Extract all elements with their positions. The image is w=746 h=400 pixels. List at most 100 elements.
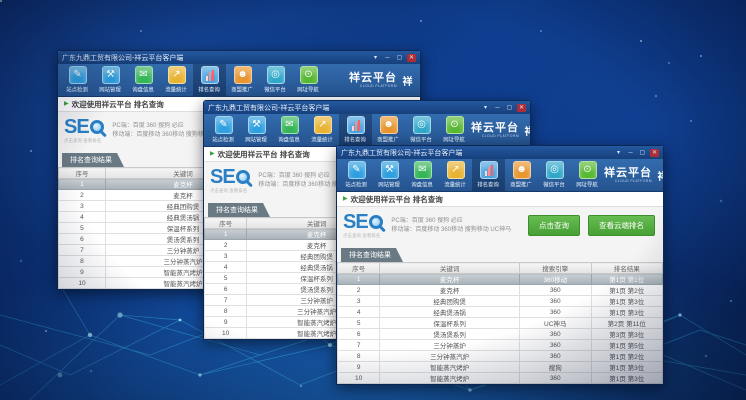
toolbar-item-label: 微信平台 [265, 85, 287, 93]
toolbar-item-询盘信息[interactable]: ✉询盘信息 [273, 114, 306, 146]
sprout-icon: ▶ [210, 151, 215, 157]
app-window-front[interactable]: 广东九鼎工贸有限公司-祥云平台客户端 ▾ ─ ▢ ✕ ✎站点检测⚒网站管理✉询盘… [336, 145, 664, 385]
window-titlebar[interactable]: 广东九鼎工贸有限公司-祥云平台客户端 ▾ ─ ▢ ✕ [204, 101, 530, 114]
maximize-icon[interactable]: ▢ [505, 104, 514, 112]
close-icon[interactable]: ✕ [650, 149, 659, 157]
cell-seq: 8 [338, 351, 380, 362]
tab-rank-results[interactable]: 排名查询结果 [62, 153, 124, 167]
cell-engine: 搜狗 [520, 362, 592, 373]
toolbar-item-询盘信息[interactable]: ✉询盘信息 [406, 159, 439, 191]
toolbar-item-排名查询[interactable]: 排名查询 [193, 64, 226, 96]
engine-line-mobile: 移动端：百度移动 360移动 搜狗移动 UC神马 [391, 226, 521, 235]
table-row[interactable]: 8三分钟蒸汽炉360第1页 第2位 [338, 351, 663, 362]
bar-chart-icon [201, 66, 219, 84]
seo-logo-caption: 点击查询 查看排名 [64, 137, 101, 143]
table-row[interactable]: 5保温杯系列UC神马第2页 第11位 [338, 318, 663, 329]
toolbar-item-微信平台[interactable]: ◎微信平台 [259, 64, 292, 96]
cell-seq: 6 [205, 284, 247, 295]
breadcrumb-text: 欢迎使用祥云平台 排名查询 [351, 194, 443, 205]
table-row[interactable]: 2麦克杯360第1页 第2位 [338, 285, 663, 296]
toolbar-item-排名查询[interactable]: 排名查询 [472, 159, 505, 191]
close-icon[interactable]: ✕ [517, 104, 526, 112]
table-header-row: 序号关键词搜索引擎排名结果 [338, 263, 663, 274]
table-row[interactable]: 4经典煲汤锅360第1页 第3位 [338, 307, 663, 318]
close-icon[interactable]: ✕ [407, 54, 416, 62]
toolbar-item-询盘信息[interactable]: ✉询盘信息 [127, 64, 160, 96]
toolbar-item-商盟推广[interactable]: ☻商盟推广 [372, 114, 405, 146]
query-button[interactable]: 点击查询 [528, 215, 580, 236]
skin-icon[interactable]: ▾ [371, 54, 380, 62]
table-row[interactable]: 6煲汤煲系列360第3页 第3位 [338, 329, 663, 340]
table-row[interactable]: 1麦克杯360移动第1页 第1位 [338, 274, 663, 285]
toolbar-item-站点检测[interactable]: ✎站点检测 [340, 159, 373, 191]
mouse-icon: ⊙ [579, 161, 597, 179]
toolbar-item-label: 询盘信息 [279, 135, 301, 143]
toolbar-item-网址导航[interactable]: ⊙网址导航 [292, 64, 325, 96]
toolbar-item-label: 网站管理 [379, 180, 401, 188]
tab-rank-results[interactable]: 排名查询结果 [341, 248, 403, 262]
column-header: 关键词 [380, 263, 520, 274]
main-toolbar: ✎站点检测⚒网站管理✉询盘信息↗流量统计排名查询☻商盟推广◎微信平台⊙网址导航 … [204, 114, 530, 147]
cell-rank: 第1页 第3位 [591, 296, 663, 307]
cell-seq: 1 [59, 179, 106, 190]
brand-logo: 祥云平台 CLOUD PLATFORM 祥 [349, 64, 417, 96]
toolbar-item-流量统计[interactable]: ↗流量统计 [306, 114, 339, 146]
cell-keyword: 智能蒸汽烤炉 [380, 373, 520, 384]
toolbar-item-站点检测[interactable]: ✎站点检测 [207, 114, 240, 146]
toolbar-item-排名查询[interactable]: 排名查询 [339, 114, 372, 146]
toolbar-item-label: 站点检测 [213, 135, 235, 143]
toolbar-item-label: 网站管理 [100, 85, 122, 93]
cell-seq: 3 [59, 201, 106, 212]
toolbar-item-网址导航[interactable]: ⊙网址导航 [438, 114, 471, 146]
toolbar-item-label: 网站管理 [246, 135, 268, 143]
toolbar-item-网站管理[interactable]: ⚒网站管理 [373, 159, 406, 191]
toolbar-item-微信平台[interactable]: ◎微信平台 [538, 159, 571, 191]
toolbar-item-网站管理[interactable]: ⚒网站管理 [94, 64, 127, 96]
people-icon: ☻ [234, 66, 252, 84]
toolbar-item-label: 排名查询 [478, 180, 500, 188]
cell-seq: 4 [59, 212, 106, 223]
toolbar-item-商盟推广[interactable]: ☻商盟推广 [505, 159, 538, 191]
toolbar-item-网址导航[interactable]: ⊙网址导航 [571, 159, 604, 191]
toolbar-item-站点检测[interactable]: ✎站点检测 [61, 64, 94, 96]
cell-keyword: 煲汤煲系列 [380, 329, 520, 340]
cell-engine: 360 [520, 329, 592, 340]
brand-name: 祥云平台 [604, 168, 652, 179]
table-row[interactable]: 7三分钟蒸炉360第1页 第5位 [338, 340, 663, 351]
maximize-icon[interactable]: ▢ [638, 149, 647, 157]
cell-keyword: 麦克杯 [380, 285, 520, 296]
brand-name: 祥云平台 [471, 123, 519, 134]
toolbar-item-label: 微信平台 [544, 180, 566, 188]
brand-subtitle: CLOUD PLATFORM [478, 134, 519, 137]
monitor-check-icon: ✎ [215, 116, 233, 134]
window-titlebar[interactable]: 广东九鼎工贸有限公司-祥云平台客户端 ▾ ─ ▢ ✕ [337, 146, 663, 159]
toolbar-item-流量统计[interactable]: ↗流量统计 [160, 64, 193, 96]
toolbar-item-label: 流量统计 [312, 135, 334, 143]
seo-logo: SE 点击查询 查看排名 [64, 118, 105, 144]
toolbar-item-网站管理[interactable]: ⚒网站管理 [240, 114, 273, 146]
line-chart-icon: ↗ [314, 116, 332, 134]
toolbar-item-label: 站点检测 [67, 85, 89, 93]
minimize-icon[interactable]: ─ [626, 149, 635, 157]
table-row[interactable]: 9智能蒸汽烤炉搜狗第1页 第3位 [338, 362, 663, 373]
skin-icon[interactable]: ▾ [481, 104, 490, 112]
window-titlebar[interactable]: 广东九鼎工贸有限公司-祥云平台客户端 ▾ ─ ▢ ✕ [58, 51, 420, 64]
cell-seq: 7 [205, 295, 247, 306]
table-row[interactable]: 3经典团购煲360第1页 第3位 [338, 296, 663, 307]
cell-rank: 第2页 第11位 [591, 318, 663, 329]
maximize-icon[interactable]: ▢ [395, 54, 404, 62]
toolbar-item-label: 网址导航 [577, 180, 599, 188]
toolbar-item-流量统计[interactable]: ↗流量统计 [439, 159, 472, 191]
toolbar-item-微信平台[interactable]: ◎微信平台 [405, 114, 438, 146]
minimize-icon[interactable]: ─ [383, 54, 392, 62]
cell-seq: 10 [338, 373, 380, 384]
tab-rank-results[interactable]: 排名查询结果 [208, 203, 270, 217]
skin-icon[interactable]: ▾ [614, 149, 623, 157]
breadcrumb: ▶ 欢迎使用祥云平台 排名查询 [337, 192, 663, 207]
cell-seq: 2 [205, 240, 247, 251]
cell-engine: 360 [520, 285, 592, 296]
toolbar-item-商盟推广[interactable]: ☻商盟推广 [226, 64, 259, 96]
view-cloud-rank-button[interactable]: 查看云端排名 [588, 215, 655, 236]
minimize-icon[interactable]: ─ [493, 104, 502, 112]
table-row[interactable]: 10智能蒸汽烤炉360第1页 第3位 [338, 373, 663, 384]
